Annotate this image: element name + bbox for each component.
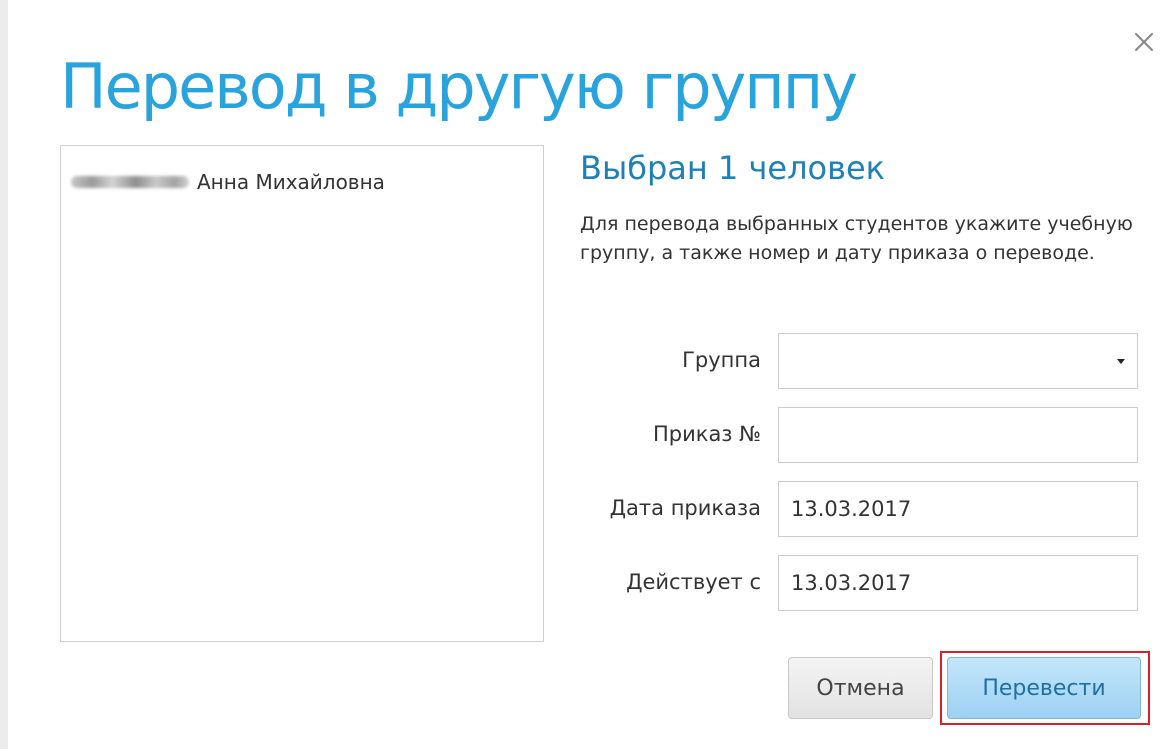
transfer-button[interactable]: Перевести [947, 657, 1141, 719]
cancel-button[interactable]: Отмена [788, 657, 933, 719]
student-list-item[interactable]: Анна Михайловна [71, 168, 385, 196]
order-date-input[interactable] [778, 481, 1138, 537]
effective-from-label: Действует с [626, 570, 761, 594]
group-label: Группа [682, 348, 761, 372]
blurred-surname [71, 176, 189, 188]
group-select[interactable] [778, 333, 1138, 389]
transfer-dialog: Перевод в другую группу Анна Михайловна … [8, 0, 1169, 749]
order-date-label: Дата приказа [609, 496, 761, 520]
effective-from-input[interactable] [778, 555, 1138, 611]
student-name: Анна Михайловна [197, 170, 385, 194]
order-number-input[interactable] [778, 407, 1138, 463]
dialog-title: Перевод в другую группу [60, 50, 858, 123]
close-icon[interactable] [1124, 24, 1164, 60]
selected-count-heading: Выбран 1 человек [580, 149, 885, 187]
order-number-label: Приказ № [652, 422, 761, 446]
selected-students-list: Анна Михайловна [60, 145, 544, 642]
chevron-down-icon [1117, 358, 1125, 364]
close-icon-glyph [1134, 32, 1154, 52]
transfer-instructions: Для перевода выбранных студентов укажите… [580, 213, 1133, 264]
